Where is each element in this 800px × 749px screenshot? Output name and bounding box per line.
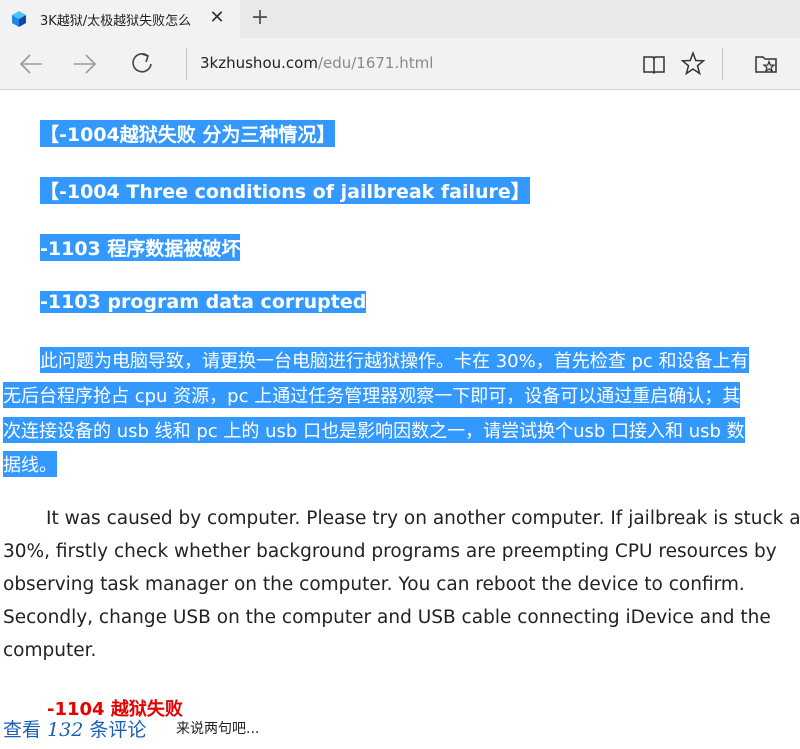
cube-favicon-icon [10, 10, 28, 28]
en-paragraph-line-1: It was caused by computer. Please try on… [46, 508, 800, 529]
heading-1004-en: 【-1004 Three conditions of jailbreak fai… [40, 177, 530, 204]
address-bar[interactable]: 3kzhushou.com/edu/1671.html [200, 54, 433, 72]
en-paragraph-line-5: computer. [3, 640, 97, 661]
tab-active[interactable]: 3K越狱/太极越狱失败怎么 ✕ [0, 0, 240, 38]
tab-close-icon[interactable]: ✕ [206, 7, 228, 29]
back-button[interactable] [17, 50, 45, 78]
forward-button[interactable] [71, 50, 99, 78]
comments-prefix: 查看 [3, 719, 42, 741]
refresh-button[interactable] [128, 50, 156, 78]
navigation-bar: 3kzhushou.com/edu/1671.html [0, 38, 800, 90]
hub-button[interactable] [752, 50, 780, 78]
new-tab-button[interactable]: + [248, 6, 272, 30]
address-domain: 3kzhushou.com [200, 54, 318, 72]
refresh-icon [132, 53, 152, 73]
heading-1103-en: -1103 program data corrupted [40, 291, 367, 313]
tab-strip: 3K越狱/太极越狱失败怎么 ✕ + [0, 0, 800, 38]
nav-separator-2 [722, 48, 723, 80]
nav-separator [186, 48, 187, 80]
cn-paragraph-line-2: 无后台程序抢占 cpu 资源，pc 上通过任务管理器观察一下即可，设备可以通过重… [3, 382, 741, 408]
en-paragraph-line-2: 30%, firstly check whether background pr… [3, 541, 777, 562]
back-arrow-icon [19, 54, 42, 74]
page-content: 【-1004越狱失败 分为三种情况】 【-1004 Three conditio… [0, 90, 800, 749]
comment-prompt[interactable]: 来说两句吧... [176, 718, 259, 738]
en-paragraph-line-4: Secondly, change USB on the computer and… [3, 607, 771, 628]
cn-paragraph-line-3: 次连接设备的 usb 线和 pc 上的 usb 口也是影响因数之一，请尝试换个u… [3, 417, 745, 443]
tab-title: 3K越狱/太极越狱失败怎么 [40, 14, 192, 29]
cn-paragraph-line-4: 据线。 [3, 451, 57, 477]
cn-paragraph-line-1: 此问题为电脑导致，请更换一台电脑进行越狱操作。卡在 30%，首先检查 pc 和设… [40, 347, 749, 373]
heading-1004-cn: 【-1004越狱失败 分为三种情况】 [40, 120, 336, 147]
view-comments-link[interactable]: 查看 132 条评论 [3, 715, 146, 742]
book-icon [643, 56, 665, 75]
en-paragraph-line-3: observing task manager on the computer. … [3, 574, 745, 595]
heading-1103-cn: -1103 程序数据被破坏 [40, 234, 241, 261]
reading-view-button[interactable] [640, 50, 668, 78]
comments-count: 132 [47, 719, 84, 741]
star-icon [680, 50, 706, 76]
forward-arrow-icon [74, 54, 97, 74]
address-path: /edu/1671.html [317, 54, 434, 72]
favorite-button[interactable] [679, 50, 707, 78]
favorites-hub-icon [755, 56, 777, 73]
comments-suffix: 条评论 [89, 719, 147, 741]
